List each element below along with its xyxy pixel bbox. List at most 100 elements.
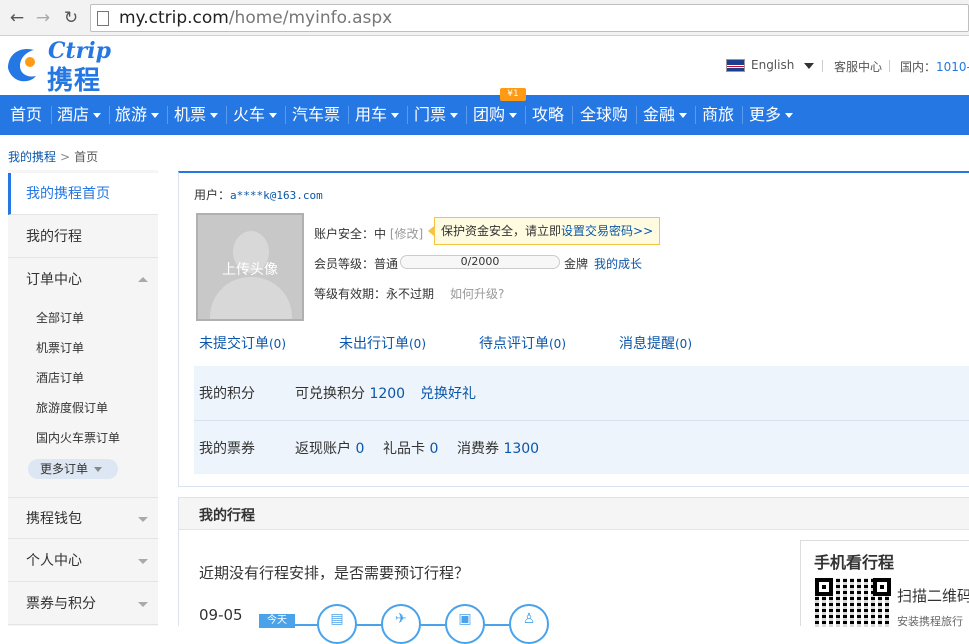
- nav-divider: [407, 106, 408, 124]
- nav-item-flight[interactable]: 机票: [174, 95, 219, 135]
- sidebar-item-wallet[interactable]: 携程钱包: [8, 497, 158, 539]
- nav-item-train[interactable]: 火车: [233, 95, 278, 135]
- tab-messages[interactable]: 消息提醒(0): [619, 333, 692, 353]
- service-center-link[interactable]: 客服中心: [834, 58, 882, 75]
- redeem-gifts-link[interactable]: 兑换好礼: [420, 383, 476, 403]
- sidebar-item-orders[interactable]: 订单中心: [8, 259, 158, 301]
- breadcrumb-link[interactable]: 我的携程: [8, 150, 56, 164]
- ticket-icon[interactable]: ♙: [509, 604, 549, 644]
- divider: [194, 420, 969, 421]
- chevron-down-icon: [93, 113, 102, 118]
- user-email: a****k@163.com: [230, 189, 323, 202]
- scan-qr-text: 扫描二维码: [897, 587, 969, 605]
- consume-voucher[interactable]: 消费券 1300: [457, 438, 539, 458]
- url-text[interactable]: my.ctrip.com/home/myinfo.aspx: [119, 8, 392, 28]
- reload-icon[interactable]: ↻: [60, 7, 82, 29]
- browser-toolbar: ← → ↻ my.ctrip.com/home/myinfo.aspx: [0, 0, 969, 36]
- nav-item-finance[interactable]: 金融: [643, 95, 688, 135]
- expand-icon: [138, 602, 148, 607]
- sidebar-sub-flight-orders[interactable]: 机票订单: [36, 339, 84, 356]
- hotel-icon[interactable]: ▣: [445, 604, 485, 644]
- sidebar-sub-hotel-orders[interactable]: 酒店订单: [36, 369, 84, 386]
- nav-item-more[interactable]: 更多: [749, 95, 794, 135]
- points-title: 我的积分: [199, 386, 255, 402]
- header-divider: [889, 60, 890, 72]
- vouchers-row: 我的票券 返现账户 0 礼品卡 0 消费券 1300: [199, 438, 539, 458]
- set-trade-password-link[interactable]: 设置交易密码>>: [561, 224, 653, 238]
- avatar[interactable]: 上传头像: [196, 213, 304, 321]
- trip-header: 我的行程: [179, 498, 969, 530]
- sidebar-item-itinerary[interactable]: 我的行程: [8, 216, 158, 258]
- nav-item-hotel[interactable]: 酒店: [57, 95, 102, 135]
- back-icon[interactable]: ←: [6, 7, 28, 29]
- nav-item-bus[interactable]: 汽车票: [292, 95, 340, 135]
- how-to-upgrade-link[interactable]: 如何升级?: [450, 285, 504, 302]
- nav-divider: [742, 106, 743, 124]
- plane-icon[interactable]: ✈: [381, 604, 421, 644]
- logo-text-cn[interactable]: 携程: [47, 60, 101, 97]
- dolphin-logo-icon[interactable]: [4, 42, 40, 86]
- chevron-down-icon: [269, 113, 278, 118]
- groupbuy-badge: ¥1: [500, 88, 526, 101]
- nav-divider: [695, 106, 696, 124]
- nav-divider: [572, 106, 573, 124]
- chevron-down-icon: [785, 113, 794, 118]
- member-level-row: 会员等级：普通: [314, 257, 399, 271]
- nav-item-guide[interactable]: 攻略: [532, 95, 564, 135]
- language-selector[interactable]: English: [751, 58, 794, 72]
- sidebar-item-personal[interactable]: 个人中心: [8, 540, 158, 582]
- user-line: 用户：a****k@163.com: [194, 188, 323, 202]
- tab-pending-review-orders[interactable]: 待点评订单(0): [479, 333, 566, 353]
- more-orders-button[interactable]: 更多订单: [28, 459, 118, 479]
- nav-divider: [226, 106, 227, 124]
- sidebar-sub-train-orders[interactable]: 国内火车票订单: [36, 429, 120, 446]
- modify-security-link[interactable]: [修改]: [390, 227, 423, 241]
- chevron-down-icon: [450, 113, 459, 118]
- nav-item-business[interactable]: 商旅: [702, 95, 734, 135]
- forward-icon[interactable]: →: [32, 7, 54, 29]
- install-app-text: 安装携程旅行: [897, 615, 963, 628]
- sidebar-item-home[interactable]: 我的携程首页: [8, 173, 158, 215]
- sidebar-sub-vacation-orders[interactable]: 旅游度假订单: [36, 399, 108, 416]
- mobile-title: 手机看行程: [814, 553, 895, 572]
- nav-divider: [167, 106, 168, 124]
- breadcrumb-current: 首页: [74, 150, 99, 164]
- qr-code-icon: [815, 578, 891, 627]
- nav-item-car[interactable]: 用车: [355, 95, 400, 135]
- trip-date: 09-05: [199, 606, 243, 624]
- chevron-down-icon: [679, 113, 688, 118]
- nav-item-ticket[interactable]: 门票: [414, 95, 459, 135]
- my-growth-link[interactable]: 我的成长: [594, 255, 642, 272]
- nav-item-global[interactable]: 全球购: [580, 95, 628, 135]
- gift-card[interactable]: 礼品卡 0: [383, 438, 438, 458]
- tab-upcoming-orders[interactable]: 未出行订单(0): [339, 333, 426, 353]
- trip-title: 我的行程: [199, 508, 255, 524]
- points-row: 我的积分 可兑换积分 1200 兑换好礼: [199, 383, 476, 403]
- trip-empty-message: 近期没有行程安排，是否需要预订行程？: [199, 564, 470, 582]
- nav-divider: [636, 106, 637, 124]
- hotline: 国内：1010-: [900, 60, 969, 74]
- redeemable-points: 可兑换积分 1200: [295, 386, 406, 402]
- nav-item-groupbuy[interactable]: 团购: [473, 95, 518, 135]
- points-box: 我的积分 可兑换积分 1200 兑换好礼 我的票券 返现账户 0 礼品卡 0 消…: [194, 366, 969, 474]
- sidebar-sub-all-orders[interactable]: 全部订单: [36, 309, 84, 326]
- us-flag-icon[interactable]: [726, 59, 745, 72]
- collapse-icon: [138, 277, 148, 282]
- nav-item-home[interactable]: 首页: [10, 95, 42, 135]
- nav-divider: [109, 106, 110, 124]
- chevron-down-icon: [391, 113, 400, 118]
- nav-divider: [285, 106, 286, 124]
- tab-unsubmitted-orders[interactable]: 未提交订单(0): [199, 333, 286, 353]
- nav-divider: [348, 106, 349, 124]
- bus-icon[interactable]: ▤: [317, 604, 357, 644]
- security-tip: 保护资金安全，请立即设置交易密码>>: [427, 217, 661, 245]
- upload-avatar-label[interactable]: 上传头像: [198, 259, 302, 279]
- validity-row: 等级有效期：永不过期: [314, 287, 435, 301]
- sidebar: 我的携程首页 我的行程 订单中心 全部订单 机票订单 酒店订单 旅游度假订单 国…: [8, 170, 158, 626]
- language-dropdown-icon[interactable]: [804, 63, 814, 69]
- sidebar-item-coupons[interactable]: 票券与积分: [8, 583, 158, 625]
- nav-item-travel[interactable]: 旅游: [115, 95, 160, 135]
- chevron-down-icon: [151, 113, 160, 118]
- cashback-account[interactable]: 返现账户 0: [295, 438, 364, 458]
- address-bar[interactable]: my.ctrip.com/home/myinfo.aspx: [90, 4, 969, 32]
